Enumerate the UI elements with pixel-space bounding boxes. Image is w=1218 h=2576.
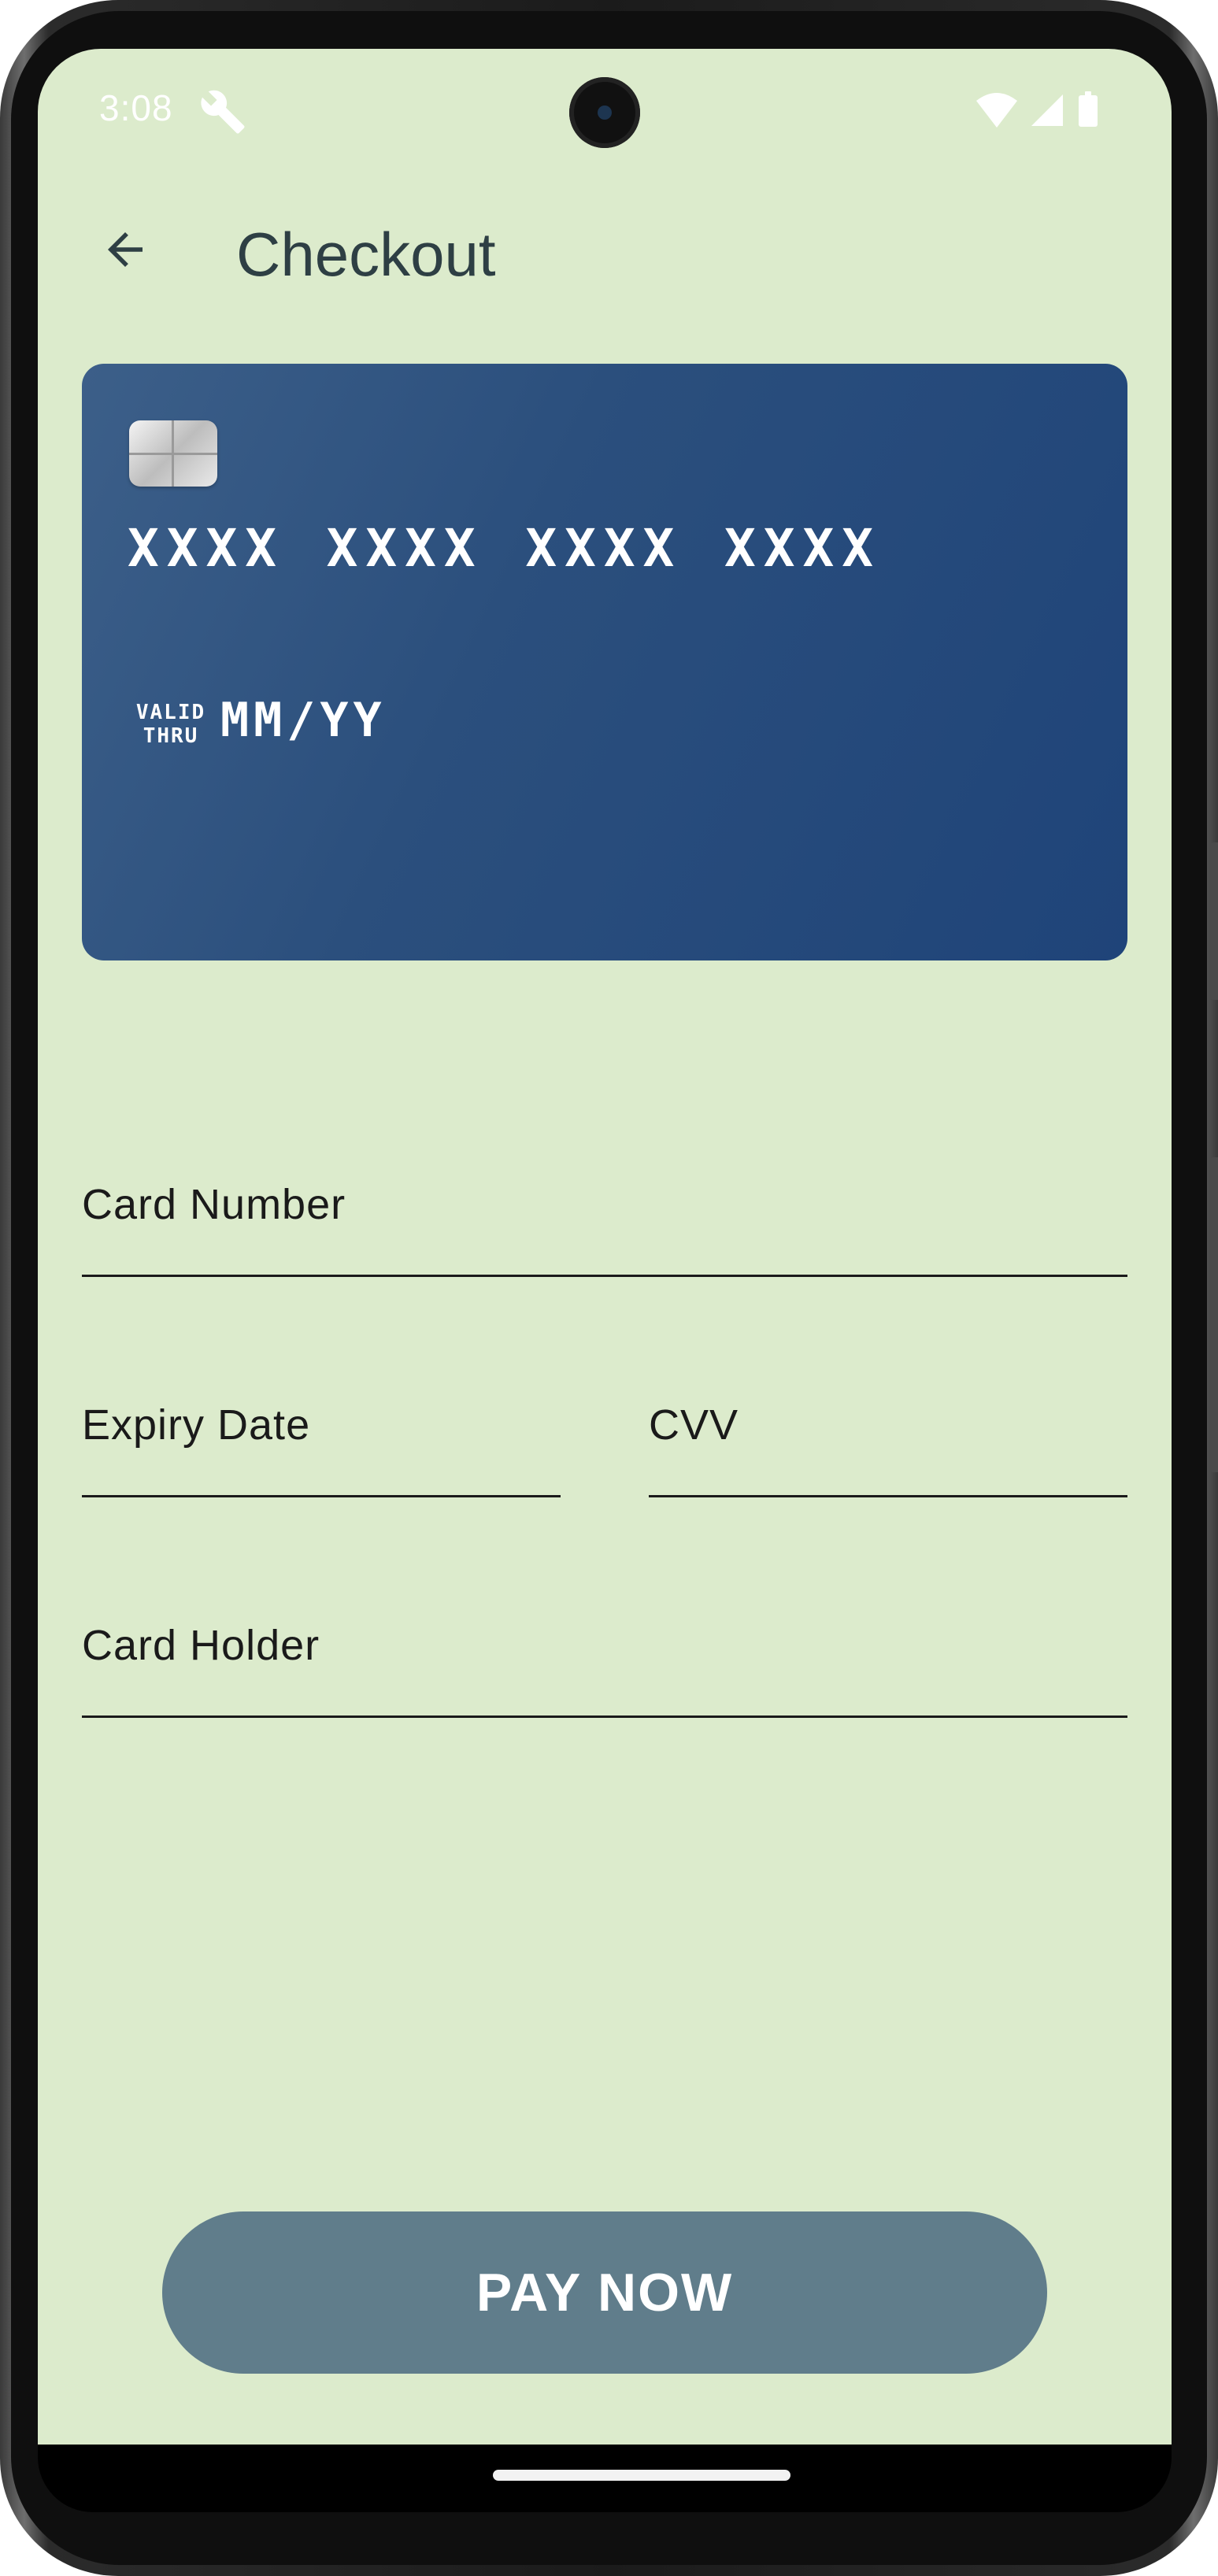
page-title: Checkout: [236, 220, 496, 289]
card-holder-input[interactable]: [82, 1671, 1127, 1712]
signal-icon: [1031, 94, 1063, 126]
cvv-input[interactable]: [649, 1451, 1127, 1492]
card-holder-field[interactable]: Card Holder: [82, 1592, 1127, 1718]
card-preview: XXXX XXXX XXXX XXXX VALID THRU MM/YY: [82, 364, 1127, 960]
pay-now-button[interactable]: PAY NOW: [162, 2211, 1047, 2374]
valid-thru-line2: THRU: [143, 724, 199, 748]
expiry-date-input[interactable]: [82, 1451, 561, 1492]
volume-button: [1210, 842, 1218, 1000]
expiry-date-field[interactable]: Expiry Date: [82, 1371, 561, 1497]
pay-now-label: PAY NOW: [476, 2263, 734, 2322]
arrow-left-icon: [108, 232, 143, 267]
power-button: [1210, 1157, 1218, 1472]
back-button[interactable]: [82, 206, 168, 293]
battery-icon: [1079, 91, 1098, 127]
cvv-field[interactable]: CVV: [649, 1371, 1127, 1497]
chip-icon: [129, 420, 217, 487]
cvv-label: CVV: [649, 1401, 739, 1449]
wrench-icon: [201, 90, 245, 134]
card-number-preview: XXXX XXXX XXXX XXXX: [128, 518, 881, 579]
app-screen: 3:08 Checkout XXXX XXXX XXXX XXXX VALID …: [38, 49, 1172, 2445]
card-number-input[interactable]: [82, 1231, 1127, 1271]
system-navigation-bar: [38, 2445, 1172, 2512]
status-icons: [976, 91, 1098, 128]
card-holder-label: Card Holder: [82, 1622, 320, 1669]
home-indicator[interactable]: [493, 2470, 790, 2481]
valid-thru-line1: VALID: [135, 701, 206, 724]
wifi-icon: [976, 93, 1017, 128]
card-expiry-preview: MM/YY: [220, 693, 387, 748]
card-number-label: Card Number: [82, 1181, 346, 1228]
expiry-date-label: Expiry Date: [82, 1401, 311, 1449]
front-camera: [569, 77, 640, 148]
phone-frame: 3:08 Checkout XXXX XXXX XXXX XXXX VALID …: [0, 0, 1218, 2576]
card-number-field[interactable]: Card Number: [82, 1151, 1127, 1277]
status-time: 3:08: [99, 87, 173, 128]
valid-thru-label: VALID THRU: [128, 701, 214, 748]
